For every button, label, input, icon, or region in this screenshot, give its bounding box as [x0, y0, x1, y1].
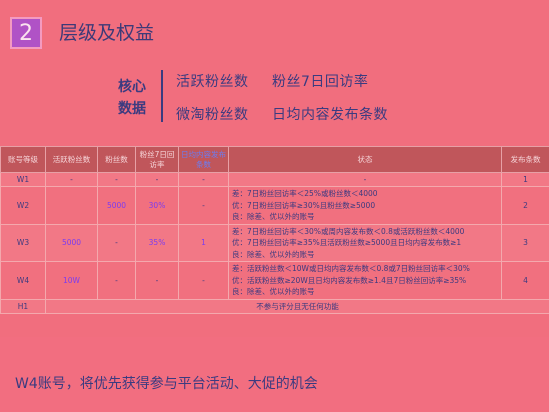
cell-active: 5000: [45, 223, 98, 262]
table-header-row: 账号等级 活跃粉丝数 粉丝数 粉丝7日回访率 日均内容发布条数 状态 发布条数: [0, 146, 549, 173]
cell-revisit: -: [135, 172, 179, 187]
status-ok: 良：除差、优以外的账号: [232, 249, 315, 259]
slide: 2 层级及权益 核心 数据 活跃粉丝数 粉丝7日回访率 微淘粉丝数 日均内容发布…: [0, 0, 549, 412]
metric-daily-posts: 日均内容发布条数: [272, 107, 388, 123]
metric-active-fans: 活跃粉丝数: [176, 74, 249, 90]
core-label-line2: 数据: [118, 101, 146, 117]
cell-status: 差：7日粉丝回访率＜30%或周内容发布数＜0.8或活跃粉丝数＜4000 优：7日…: [228, 223, 502, 262]
status-ok: 良：除差、优以外的账号: [232, 212, 315, 221]
table-row-w3: W3 5000 - 35% 1 差：7日粉丝回访率＜30%或周内容发布数＜0.8…: [0, 223, 549, 262]
cell-level: W3: [0, 223, 46, 262]
core-label-line1: 核心: [118, 79, 146, 95]
cell-count: 4: [501, 261, 549, 300]
core-divider: [161, 70, 163, 122]
cell-daily: -: [178, 186, 229, 225]
status-bad: 差：7日粉丝回访率＜30%或周内容发布数＜0.8或活跃粉丝数＜4000: [232, 226, 465, 236]
cell-active: -: [45, 172, 98, 187]
th-post-count: 发布条数: [501, 146, 549, 173]
cell-active: [45, 186, 98, 225]
cell-active: 10W: [45, 261, 98, 300]
table-row-w4: W4 10W - - - 差：活跃粉丝数＜10W或日均内容发布数＜0.8或7日粉…: [0, 261, 549, 300]
section-number-badge: 2: [10, 17, 42, 49]
cell-fans: -: [97, 261, 136, 300]
th-active-fans: 活跃粉丝数: [45, 146, 98, 173]
status-ok: 良：除差、优以外的账号: [232, 287, 315, 296]
cell-count: 1: [501, 172, 549, 187]
cell-level: W1: [0, 172, 46, 187]
cell-level: H1: [0, 298, 46, 314]
cell-count: 2: [501, 186, 549, 225]
cell-fans: -: [97, 223, 136, 262]
table-row-w2: W2 5000 30% - 差：7日粉丝回访率＜25%或粉丝数＜4000 优：7…: [0, 186, 549, 225]
table-row-w1: W1 - - - - - 1: [0, 172, 549, 187]
cell-status: 差：7日粉丝回访率＜25%或粉丝数＜4000 优：7日粉丝回访率≥30%且粉丝数…: [228, 186, 502, 225]
metric-weitao-fans: 微淘粉丝数: [176, 107, 249, 123]
metric-fan-revisit: 粉丝7日回访率: [272, 74, 369, 90]
status-good: 优：7日粉丝回访率≥35%且活跃粉丝数≥5000且日均内容发布数≥1: [232, 238, 462, 247]
cell-daily: -: [178, 172, 229, 187]
level-table: 账号等级 活跃粉丝数 粉丝数 粉丝7日回访率 日均内容发布条数 状态 发布条数 …: [0, 146, 549, 314]
status-bad: 差：7日粉丝回访率＜25%或粉丝数＜4000: [232, 189, 378, 198]
cell-fans: -: [97, 172, 136, 187]
cell-status: 差：活跃粉丝数＜10W或日均内容发布数＜0.8或7日粉丝回访率＜30% 优：活跃…: [228, 261, 502, 300]
table-row-h1: H1 不参与评分且无任何功能: [0, 298, 549, 314]
th-status: 状态: [228, 146, 502, 173]
th-level: 账号等级: [0, 146, 46, 173]
th-fans: 粉丝数: [97, 146, 136, 173]
page-title: 层级及权益: [59, 22, 155, 44]
cell-fans: 5000: [97, 186, 136, 225]
status-good: 优：7日粉丝回访率≥30%且粉丝数≥5000: [232, 200, 376, 210]
cell-daily: -: [178, 261, 229, 300]
status-good: 优：活跃粉丝数≥20W且日均内容发布数≥1.4且7日粉丝回访率≥35%: [232, 275, 467, 285]
th-daily-posts: 日均内容发布条数: [178, 146, 229, 173]
cell-count: 3: [501, 223, 549, 262]
cell-revisit: 30%: [135, 186, 179, 225]
section-number: 2: [19, 20, 33, 46]
cell-daily: 1: [178, 223, 229, 262]
cell-level: W2: [0, 186, 46, 225]
cell-revisit: -: [135, 261, 179, 300]
cell-status: 不参与评分且无任何功能: [45, 298, 549, 314]
th-revisit: 粉丝7日回访率: [135, 146, 179, 173]
core-data-label: 核心 数据: [110, 76, 154, 120]
footer-note: W4账号，将优先获得参与平台活动、大促的机会: [15, 376, 318, 392]
cell-status: -: [228, 172, 502, 187]
cell-level: W4: [0, 261, 46, 300]
status-bad: 差：活跃粉丝数＜10W或日均内容发布数＜0.8或7日粉丝回访率＜30%: [232, 264, 470, 273]
cell-revisit: 35%: [135, 223, 179, 262]
